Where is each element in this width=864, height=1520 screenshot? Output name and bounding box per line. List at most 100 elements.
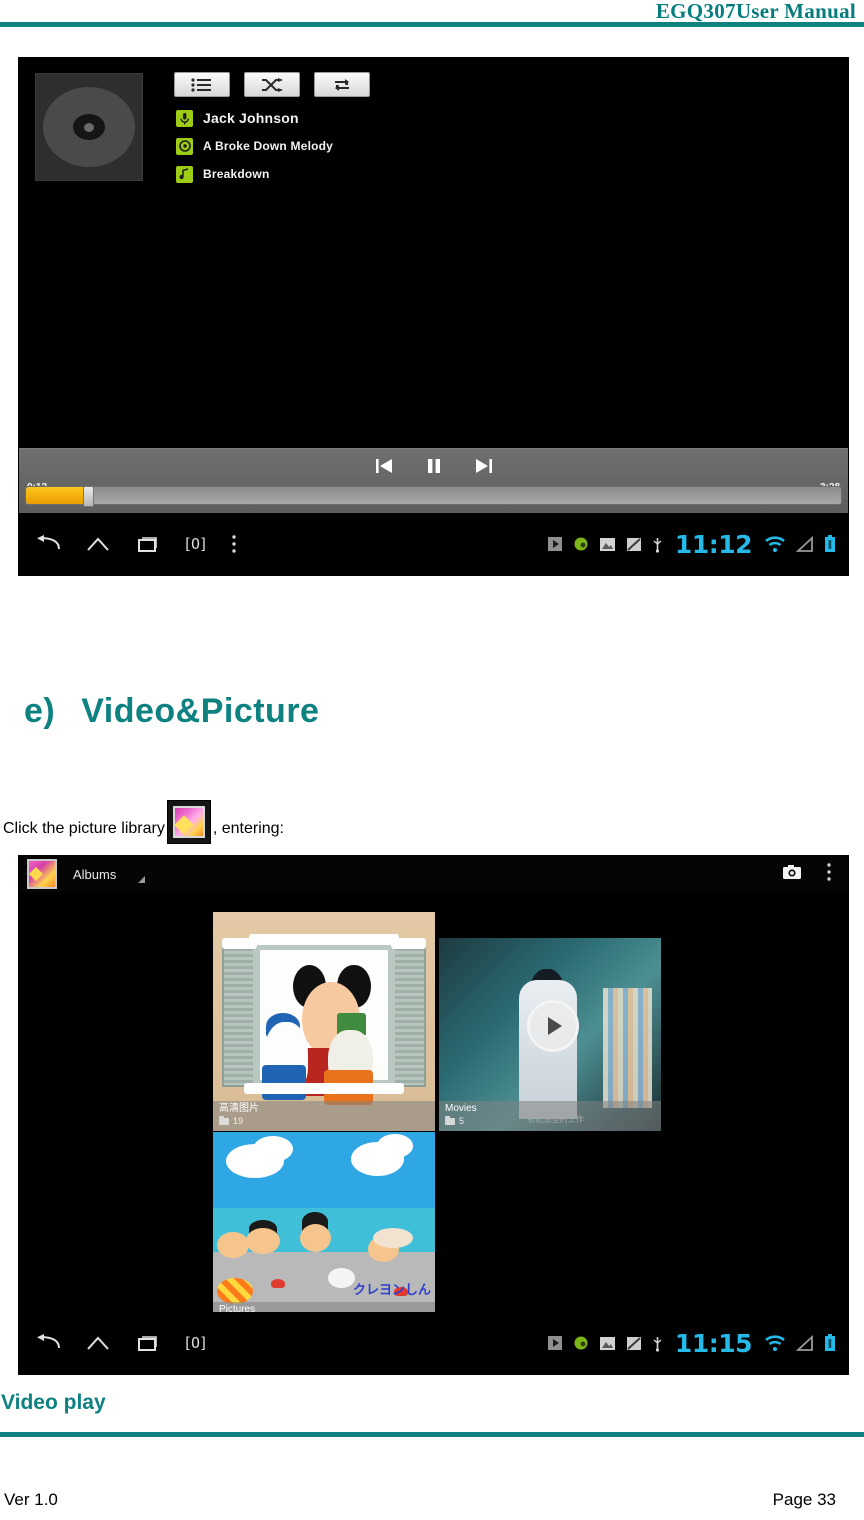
album-disc-icon: [176, 137, 193, 155]
header-divider: [0, 22, 864, 27]
repeat-icon: [332, 78, 352, 92]
section-marker: e): [24, 692, 56, 730]
screenshot-status-icon: [626, 537, 642, 552]
android-navigation-bar: [O]: [19, 1312, 848, 1374]
play-overlay-icon[interactable]: [527, 999, 579, 1052]
wifi-icon: [764, 1334, 786, 1352]
kid-head: [217, 1232, 249, 1258]
image-status-icon: [599, 1336, 616, 1351]
disc-hole: [84, 123, 94, 132]
album-row[interactable]: A Broke Down Melody: [176, 136, 333, 156]
albums-grid: 高清图片 19 折纸造型的工作 Movies: [19, 892, 848, 1332]
track-row[interactable]: Breakdown: [176, 164, 333, 184]
overflow-menu-icon[interactable]: [826, 862, 832, 887]
screenshot-status-icon: [626, 1336, 642, 1351]
folder-icon: [219, 1115, 229, 1125]
music-note-icon: [176, 165, 193, 183]
usb-status-icon: [652, 1335, 663, 1352]
document-version: Ver 1.0: [4, 1490, 58, 1509]
image-status-icon: [599, 537, 616, 552]
subsection-heading: Video play: [1, 1391, 106, 1414]
home-icon[interactable]: [85, 535, 111, 553]
gallery-title[interactable]: Albums: [73, 867, 116, 882]
back-icon[interactable]: [35, 535, 61, 553]
album-tile[interactable]: 高清图片 19: [213, 912, 435, 1131]
gallery-actions: [782, 862, 848, 887]
battery-icon: [824, 535, 836, 553]
album-label: 高清图片 19: [213, 1101, 435, 1131]
manual-title: EGQ307User Manual: [655, 0, 856, 23]
cloud: [377, 1134, 413, 1158]
disc-ring: [73, 114, 105, 140]
navbar-left-controls: [O]: [19, 1334, 208, 1352]
pause-button[interactable]: [426, 457, 442, 475]
recent-apps-icon[interactable]: [135, 1334, 159, 1352]
home-icon[interactable]: [85, 1334, 111, 1352]
shuffle-icon: [261, 77, 283, 92]
section-heading: e) Video&Picture: [24, 692, 319, 731]
status-tray: 11:15: [547, 1329, 848, 1358]
usb-status-icon: [652, 536, 663, 553]
kid-head: [246, 1228, 280, 1254]
album-name: 高清图片: [219, 1103, 259, 1114]
section-title: Video&Picture: [81, 692, 320, 730]
music-player-screenshot: Jack Johnson A Broke Down Melody Breakdo…: [18, 57, 849, 576]
swim-ring: [217, 1278, 253, 1304]
player-toolbar: [174, 72, 370, 97]
cloud: [252, 1136, 293, 1162]
instruction-text-before: Click the picture library: [3, 820, 165, 837]
app-status-icon: [573, 536, 589, 552]
gallery-action-bar: Albums: [19, 856, 848, 892]
microphone-icon: [176, 109, 193, 127]
window-shutter-right: [390, 942, 427, 1088]
album-count: 19: [219, 1115, 429, 1127]
album-count: 5: [445, 1115, 655, 1127]
disc-icon: [43, 87, 135, 167]
image-caption-text: クレヨンしん: [352, 1283, 431, 1298]
screenshot-icon[interactable]: [O]: [183, 1334, 208, 1352]
signal-icon: [796, 1334, 814, 1352]
instruction-line: Click the picture library , entering:: [3, 800, 284, 844]
sun-hat: [372, 1228, 413, 1248]
gallery-icon[interactable]: [27, 859, 57, 889]
crab: [270, 1279, 285, 1288]
transport-controls: [374, 457, 494, 475]
menu-icon[interactable]: [231, 534, 237, 554]
seek-bar[interactable]: [25, 486, 842, 507]
album-art: [35, 73, 143, 181]
album-tile[interactable]: クレヨンしん Pictures 4: [213, 1132, 435, 1332]
previous-track-button[interactable]: [374, 457, 394, 475]
playlist-button[interactable]: [174, 72, 230, 97]
seek-thumb[interactable]: [83, 486, 95, 507]
track-metadata: Jack Johnson A Broke Down Melody Breakdo…: [176, 108, 333, 184]
gallery-screenshot: Albums 高清图片 19 Movies 5 クレヨンしん Pictures …: [18, 855, 849, 1375]
snow-cap: [248, 933, 400, 945]
status-tray: 11:12: [547, 530, 848, 559]
folder-icon: [445, 1115, 455, 1125]
play-status-icon: [547, 1335, 563, 1351]
status-clock: 11:12: [674, 529, 753, 559]
kid-head: [299, 1224, 331, 1252]
artist-row[interactable]: Jack Johnson: [176, 108, 333, 128]
bookshelf: [603, 988, 653, 1108]
repeat-button[interactable]: [314, 72, 370, 97]
play-status-icon: [547, 536, 563, 552]
screenshot-icon[interactable]: [O]: [183, 535, 208, 553]
windowsill-snow: [244, 1082, 404, 1094]
track-name: Breakdown: [203, 167, 270, 181]
signal-icon: [796, 535, 814, 553]
playlist-icon: [191, 77, 213, 92]
album-name: Movies: [445, 1103, 477, 1114]
next-track-button[interactable]: [474, 457, 494, 475]
beach-ball: [328, 1268, 356, 1288]
back-icon[interactable]: [35, 1334, 61, 1352]
footer-divider: [0, 1432, 864, 1437]
chevron-down-icon[interactable]: [138, 875, 146, 883]
recent-apps-icon[interactable]: [135, 535, 159, 553]
battery-icon: [824, 1334, 836, 1352]
shuffle-button[interactable]: [244, 72, 300, 97]
artist-name: Jack Johnson: [203, 110, 299, 126]
camera-icon[interactable]: [782, 864, 802, 885]
album-name: A Broke Down Melody: [203, 139, 334, 153]
album-tile[interactable]: 折纸造型的工作 Movies 5: [439, 938, 661, 1131]
